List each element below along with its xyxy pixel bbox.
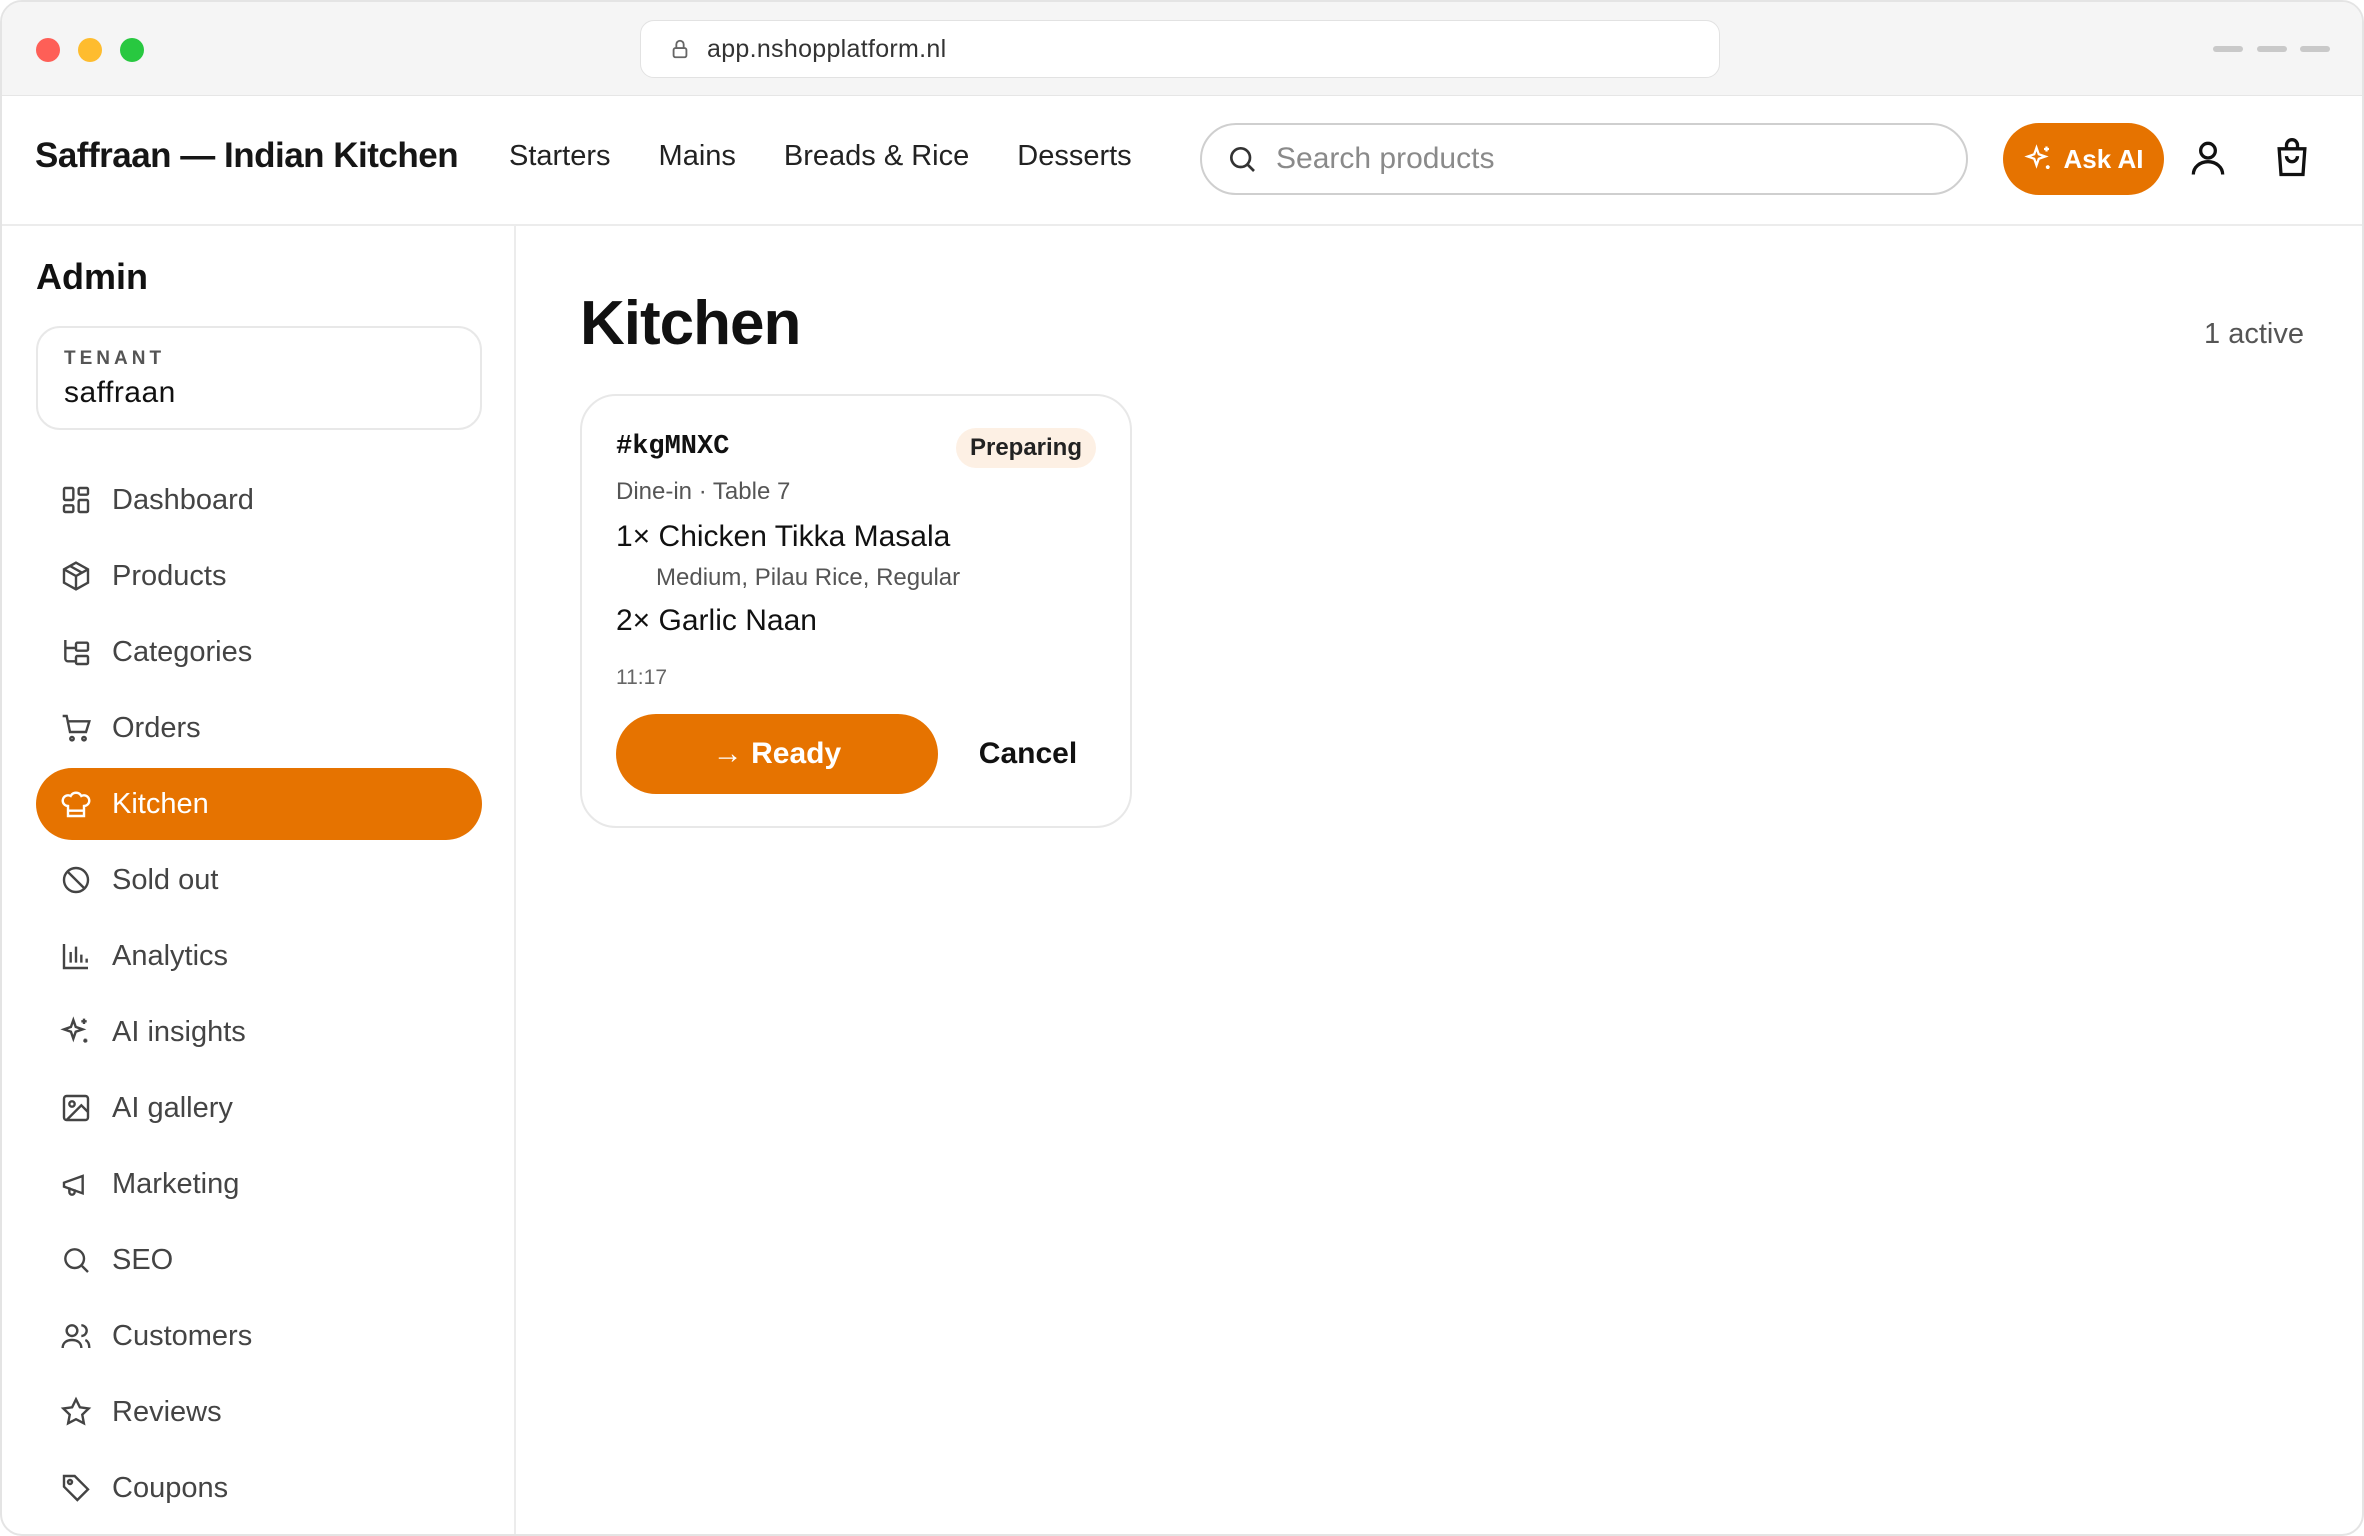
tag-icon [62,1474,90,1502]
nav-link-mains[interactable]: Mains [659,140,736,173]
mark-ready-button[interactable]: → Ready [616,714,938,794]
sparkle-icon [2023,144,2050,169]
chef-hat-icon [61,791,91,818]
sidebar-item-label: Analytics [112,939,229,972]
order-id: #kgMNXC [616,432,730,462]
window-control [2300,46,2330,52]
search-icon [64,1248,89,1273]
sidebar-item-coupons[interactable]: Coupons [36,1452,482,1524]
nav-link-breads-rice[interactable]: Breads & Rice [784,140,969,173]
order-time: 11:17 [616,666,667,689]
tenant-value: saffraan [64,376,176,409]
sidebar-item-orders[interactable]: Orders [36,692,482,764]
megaphone-icon [62,1174,84,1196]
window-control [2257,46,2287,52]
box-icon [62,561,90,591]
maximize-window-button[interactable] [120,38,144,62]
sidebar-title: Admin [36,256,148,297]
close-window-button[interactable] [36,38,60,62]
order-line-modifiers: Medium, Pilau Rice, Regular [656,564,961,591]
sidebar-item-label: Kitchen [112,787,209,820]
brand-logo[interactable]: Saffraan — Indian Kitchen [35,136,459,176]
sidebar-item-label: AI gallery [112,1091,233,1124]
main-content: Kitchen 1 active #kgMNXC Preparing Dine-… [518,226,2362,1534]
minimize-window-button[interactable] [78,38,102,62]
sidebar-item-analytics[interactable]: Analytics [36,920,482,992]
sidebar-item-ai-gallery[interactable]: AI gallery [36,1072,482,1144]
sidebar-item-label: Dashboard [112,483,254,516]
sidebar-item-label: Sold out [112,863,219,896]
browser-window: app.nshopplatform.nl Saffraan — Indian K… [0,0,2364,1536]
active-orders-count: 1 active [2204,318,2304,350]
sidebar-item-customers[interactable]: Customers [36,1300,482,1372]
order-meta: Dine-in · Table 7 [616,478,791,505]
shopping-bag-icon[interactable] [2270,136,2314,180]
window-control [2213,46,2243,52]
image-icon [62,1094,90,1122]
star-icon [60,1396,92,1426]
sidebar-item-label: AI insights [112,1015,246,1048]
nav-link-starters[interactable]: Starters [509,140,611,173]
users-icon [61,1324,91,1349]
sidebar-item-categories[interactable]: Categories [36,616,482,688]
sidebar-item-kitchen[interactable]: Kitchen [36,768,482,840]
browser-chrome: app.nshopplatform.nl [2,2,2362,96]
sidebar-menu: Dashboard Products Categories Orders Kit… [36,464,482,1528]
cart-icon [62,714,91,742]
category-nav: Starters Mains Breads & Rice Desserts [509,140,1132,173]
sidebar-item-reviews[interactable]: Reviews [36,1376,482,1448]
ban-icon [62,866,90,894]
order-card: #kgMNXC Preparing Dine-in · Table 7 1× C… [580,394,1132,828]
sidebar-item-label: Coupons [112,1471,229,1504]
bar-chart-icon [62,944,88,970]
status-badge: Preparing [955,428,1096,468]
order-line-item: 1× Chicken Tikka Masala [616,520,951,553]
cancel-order-button[interactable]: Cancel [958,714,1098,794]
top-navigation: Saffraan — Indian Kitchen Starters Mains… [2,96,2362,226]
url-text: app.nshopplatform.nl [707,34,947,63]
tree-icon [64,640,90,666]
nav-link-desserts[interactable]: Desserts [1017,140,1131,173]
ask-ai-button[interactable]: Ask AI [2003,123,2164,195]
ask-ai-label: Ask AI [2063,143,2144,174]
sidebar-item-dashboard[interactable]: Dashboard [36,464,482,536]
account-icon[interactable] [2186,136,2230,180]
dashboard-icon [62,486,90,514]
tenant-label: TENANT [64,348,166,369]
sidebar-item-label: Reviews [112,1395,222,1428]
sidebar-item-products[interactable]: Products [36,540,482,612]
sidebar-item-label: SEO [112,1243,174,1276]
lock-icon [672,39,688,59]
search-input[interactable] [1276,142,1916,176]
sidebar-item-label: Categories [112,635,253,668]
sidebar-item-label: Orders [112,711,201,744]
page-title: Kitchen [580,289,801,358]
address-bar[interactable]: app.nshopplatform.nl [640,20,1720,78]
search-icon [1230,147,1255,172]
sidebar-item-marketing[interactable]: Marketing [36,1148,482,1220]
admin-sidebar: Admin TENANT saffraan Dashboard Products… [2,226,516,1534]
sidebar-item-ai-insights[interactable]: AI insights [36,996,482,1068]
sidebar-item-seo[interactable]: SEO [36,1224,482,1296]
search-box[interactable] [1200,123,1968,195]
sparkle-icon [60,1016,88,1043]
tenant-selector[interactable]: TENANT saffraan [36,326,482,430]
sidebar-item-label: Marketing [112,1167,240,1200]
sidebar-item-label: Products [112,559,227,592]
sidebar-item-sold-out[interactable]: Sold out [36,844,482,916]
order-line-item: 2× Garlic Naan [616,604,817,637]
sidebar-item-label: Customers [112,1319,253,1352]
